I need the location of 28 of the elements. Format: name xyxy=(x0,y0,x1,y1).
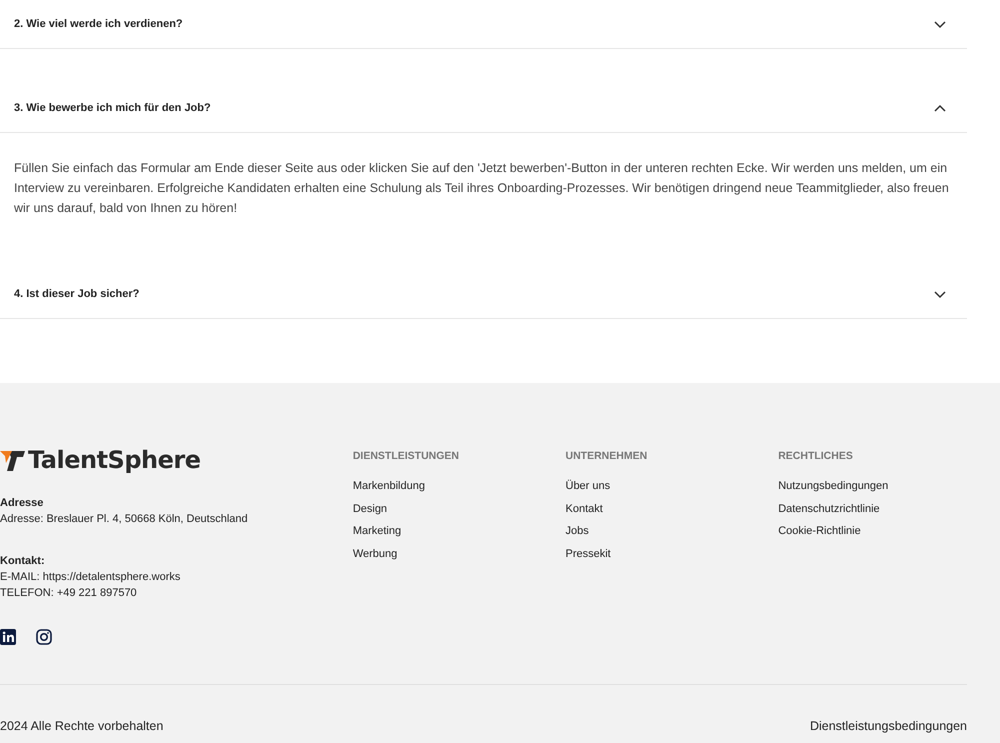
footer-link[interactable]: Markenbildung xyxy=(352,475,566,498)
faq-answer: Füllen Sie einfach das Formular am Ende dieser Seite aus oder klicken Sie auf den 'Jetzt bewerben'-Button in der unteren rechten Ecke. Wir werden uns melden, um ein Interview zu vereinbaren. Erfolgreiche Kandidaten erhalten eine Schulung als Teil ihres Onboarding-Prozesses. Wir benötigen dringend neue Teammitglieder, also freuen wir uns darauf, bald von Ihnen zu hören! xyxy=(13,160,950,217)
footer-link[interactable]: Design xyxy=(352,498,566,520)
contact-text: E-MAIL: https://detalentsphere.works xyxy=(0,570,182,585)
footer-link[interactable]: Jobs xyxy=(566,520,778,542)
footer-heading: Adresse xyxy=(0,496,44,511)
column-heading: DIENSTLEISTUNGEN xyxy=(352,450,460,462)
faq-question[interactable]: 4. Ist dieser Job sicher? xyxy=(0,270,967,319)
faq-question[interactable]: 3. Wie bewerbe ich mich für den Job? xyxy=(0,84,967,133)
copyright-text: 2024 Alle Rechte vorbehalten xyxy=(0,719,164,733)
instagram-icon[interactable] xyxy=(36,629,52,645)
footer-link[interactable]: Datenschutzrichtlinie xyxy=(778,498,968,520)
footer-link[interactable]: Cookie-Richtlinie xyxy=(778,520,968,542)
footer-link[interactable]: Pressekit xyxy=(566,542,778,565)
column-heading: RECHTLICHES xyxy=(778,450,854,462)
logo-text: TalentSphere xyxy=(28,446,200,474)
footer-link[interactable]: Kontakt xyxy=(566,498,778,520)
column-heading: UNTERNEHMEN xyxy=(566,450,648,462)
contact-text: Adresse: Breslauer Pl. 4, 50668 Köln, Deutschland xyxy=(0,512,249,527)
footer-link[interactable]: Nutzungsbedingungen xyxy=(778,475,968,498)
footer-heading: Kontakt: xyxy=(0,554,46,569)
linkedin-icon[interactable] xyxy=(0,629,16,645)
terms-link[interactable]: Dienstleistungsbedingungen xyxy=(810,719,967,733)
faq-question[interactable]: 2. Wie viel werde ich verdienen? xyxy=(0,0,967,49)
footer-link[interactable]: Werbung xyxy=(352,542,566,565)
contact-text: TELEFON: +49 221 897570 xyxy=(0,586,138,601)
footer-link[interactable]: Marketing xyxy=(352,520,566,542)
footer-link[interactable]: Über uns xyxy=(566,475,778,498)
